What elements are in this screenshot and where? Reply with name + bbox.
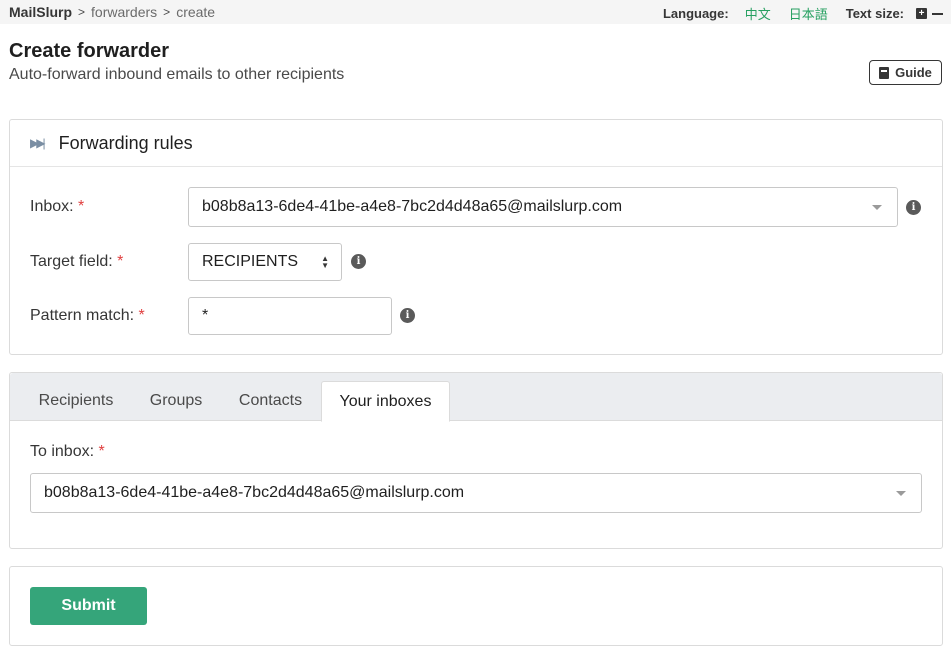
fast-forward-icon: ▶▶|: [30, 136, 45, 150]
breadcrumb-current: create: [176, 4, 216, 20]
language-chinese-link[interactable]: 中文: [745, 4, 771, 23]
guide-button-label: Guide: [895, 65, 932, 80]
inbox-info-icon[interactable]: i: [906, 200, 921, 215]
forwarding-rules-header: ▶▶| Forwarding rules: [10, 120, 942, 167]
text-size-label: Text size:: [845, 6, 904, 21]
to-inbox-label-text: To inbox:: [30, 443, 95, 460]
inbox-select-value: b08b8a13-6de4-41be-a4e8-7bc2d4d48a65@mai…: [202, 198, 623, 215]
pattern-match-input-value: *: [202, 307, 209, 324]
pattern-match-label-text: Pattern match:: [30, 307, 135, 324]
required-marker: *: [78, 198, 85, 215]
tab-groups[interactable]: Groups: [136, 381, 216, 421]
to-inbox-select[interactable]: b08b8a13-6de4-41be-a4e8-7bc2d4d48a65@mai…: [30, 473, 922, 513]
breadcrumb-forwarders-link[interactable]: forwarders: [91, 4, 157, 20]
display-options: Language: 中文 日本語 Text size: +: [663, 4, 943, 23]
language-japanese-link[interactable]: 日本語: [789, 4, 828, 23]
select-arrows-icon: ▲ ▼: [321, 254, 329, 270]
text-size-decrease-icon[interactable]: [932, 12, 943, 15]
text-size-increase-icon[interactable]: +: [916, 8, 927, 19]
to-inbox-label: To inbox: *: [30, 443, 105, 461]
required-marker: *: [98, 443, 105, 460]
target-field-info-icon[interactable]: i: [351, 254, 366, 269]
book-icon: [879, 66, 890, 79]
required-marker: *: [138, 307, 145, 324]
breadcrumb-separator: >: [78, 5, 86, 19]
target-field-label-text: Target field:: [30, 253, 113, 270]
to-inbox-select-value: b08b8a13-6de4-41be-a4e8-7bc2d4d48a65@mai…: [44, 484, 465, 501]
recipient-tabs: Recipients Groups Contacts Your inboxes: [10, 373, 942, 422]
tab-recipients[interactable]: Recipients: [24, 381, 128, 421]
pattern-match-label: Pattern match: *: [30, 307, 145, 325]
tab-your-inboxes[interactable]: Your inboxes: [321, 381, 450, 422]
target-field-select-value: RECIPIENTS: [202, 253, 299, 270]
target-field-label: Target field: *: [30, 253, 123, 271]
forwarding-rules-title: Forwarding rules: [58, 132, 193, 153]
submit-card: Submit: [9, 566, 943, 646]
required-marker: *: [117, 253, 124, 270]
language-label: Language:: [662, 6, 729, 21]
top-bar: MailSlurp > forwarders > create Language…: [0, 0, 951, 24]
target-field-select[interactable]: RECIPIENTS ▲ ▼: [188, 243, 342, 281]
recipients-card: Recipients Groups Contacts Your inboxes …: [9, 372, 943, 549]
pattern-match-info-icon[interactable]: i: [400, 308, 415, 323]
chevron-down-icon: [872, 205, 882, 210]
inbox-label-text: Inbox:: [30, 198, 74, 215]
forwarding-rules-card: ▶▶| Forwarding rules Inbox: * b08b8a13-6…: [9, 119, 943, 355]
breadcrumb-separator: >: [163, 5, 171, 19]
inbox-label: Inbox: *: [30, 198, 84, 216]
submit-button[interactable]: Submit: [30, 587, 147, 625]
pattern-match-input[interactable]: *: [188, 297, 392, 335]
inbox-select[interactable]: b08b8a13-6de4-41be-a4e8-7bc2d4d48a65@mai…: [188, 187, 898, 227]
breadcrumb-home-link[interactable]: MailSlurp: [9, 4, 72, 20]
page-title: Create forwarder: [9, 40, 170, 62]
chevron-down-icon: [896, 491, 906, 496]
breadcrumb: MailSlurp > forwarders > create: [9, 4, 215, 20]
page-subtitle: Auto-forward inbound emails to other rec…: [9, 66, 345, 83]
tab-contacts[interactable]: Contacts: [224, 381, 317, 421]
guide-button[interactable]: Guide: [869, 60, 942, 85]
